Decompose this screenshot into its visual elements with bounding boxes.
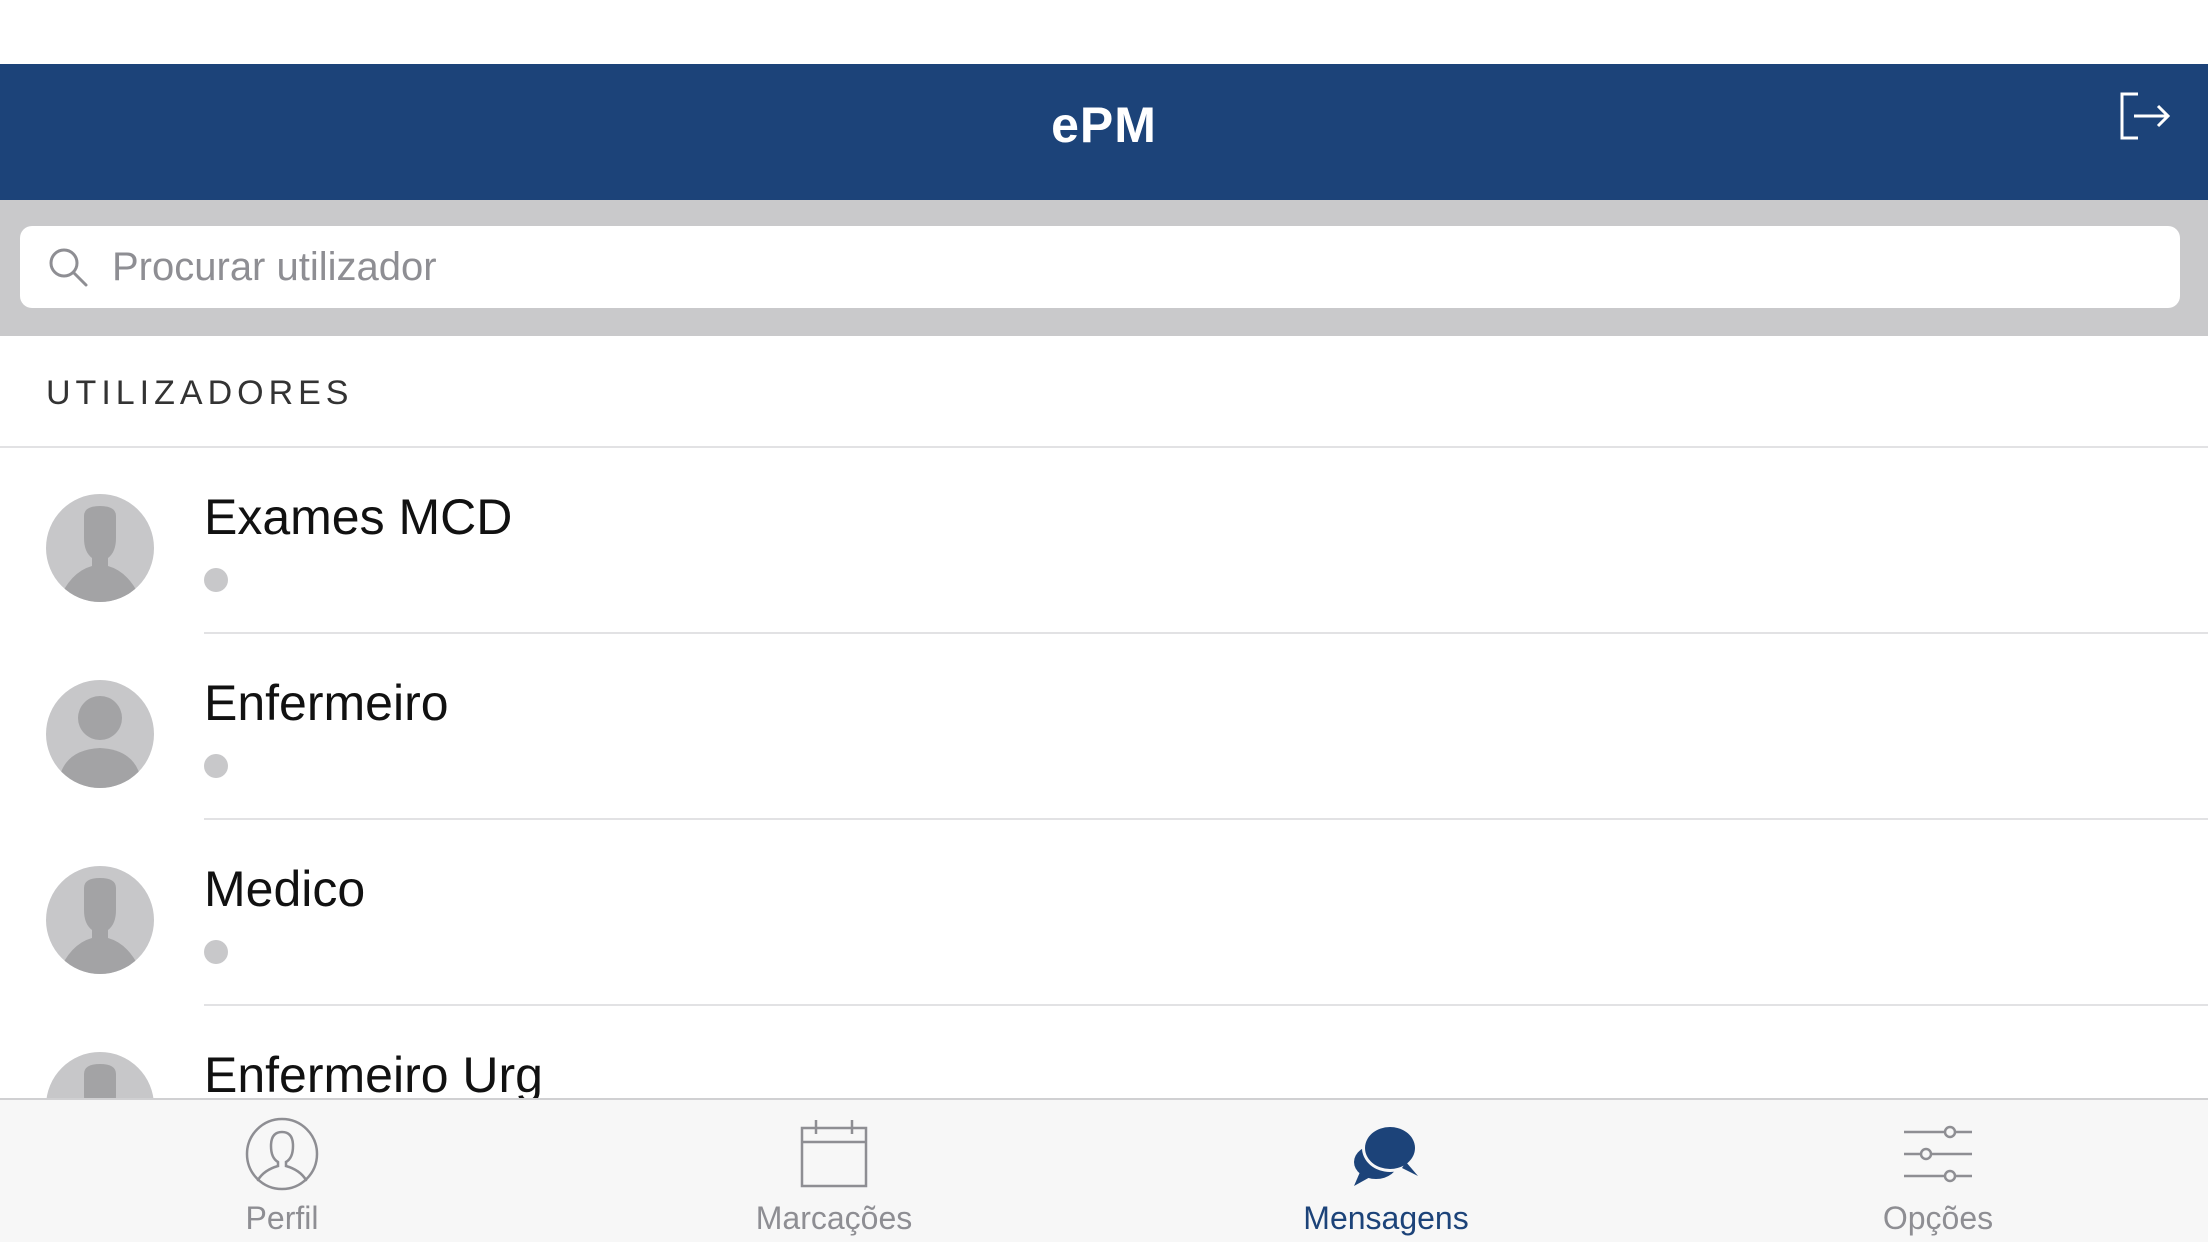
chat-bubbles-icon bbox=[1346, 1114, 1426, 1194]
calendar-icon bbox=[794, 1114, 874, 1194]
user-list: Exames MCD Enfermeiro Medico Enfermeiro … bbox=[0, 448, 2208, 1192]
user-name: Enfermeiro bbox=[204, 675, 449, 731]
search-bar-container bbox=[0, 200, 2208, 336]
logout-icon bbox=[2120, 92, 2171, 140]
person-silhouette-icon bbox=[58, 878, 142, 974]
user-name: Exames MCD bbox=[204, 489, 513, 545]
tab-opcoes[interactable]: Opções bbox=[1808, 1114, 2068, 1242]
person-generic-icon bbox=[58, 696, 142, 788]
status-indicator bbox=[204, 754, 228, 778]
navigation-bar: ePM bbox=[0, 64, 2208, 204]
status-indicator bbox=[204, 940, 228, 964]
user-row[interactable]: Medico bbox=[0, 820, 2208, 1006]
profile-icon bbox=[242, 1114, 322, 1194]
person-silhouette-icon bbox=[58, 506, 142, 602]
avatar bbox=[46, 494, 154, 602]
tab-label: Marcações bbox=[755, 1200, 913, 1236]
search-input[interactable] bbox=[110, 236, 2180, 298]
status-bar bbox=[0, 0, 2208, 66]
user-name: Enfermeiro Urg bbox=[204, 1047, 543, 1103]
tab-bar: Perfil Marcações Mensagens Opções bbox=[0, 1098, 2208, 1242]
avatar bbox=[46, 680, 154, 788]
user-row[interactable]: Enfermeiro bbox=[0, 634, 2208, 820]
status-indicator bbox=[204, 568, 228, 592]
app-title: ePM bbox=[1051, 97, 1157, 153]
sliders-icon bbox=[1898, 1114, 1978, 1194]
logout-button[interactable] bbox=[2112, 84, 2176, 148]
search-box[interactable] bbox=[20, 226, 2180, 308]
tab-mensagens[interactable]: Mensagens bbox=[1256, 1114, 1516, 1242]
user-row[interactable]: Exames MCD bbox=[0, 448, 2208, 634]
tab-perfil[interactable]: Perfil bbox=[152, 1114, 412, 1242]
tab-label: Opções bbox=[1882, 1200, 1994, 1236]
section-header-users: UTILIZADORES bbox=[46, 374, 354, 412]
app-screen: ePM UTILIZADORES bbox=[0, 0, 2208, 1242]
avatar bbox=[46, 866, 154, 974]
search-icon bbox=[44, 243, 92, 291]
tab-label: Mensagens bbox=[1303, 1200, 1469, 1236]
tab-marcacoes[interactable]: Marcações bbox=[704, 1114, 964, 1242]
tab-label: Perfil bbox=[245, 1200, 319, 1236]
user-name: Medico bbox=[204, 861, 366, 917]
